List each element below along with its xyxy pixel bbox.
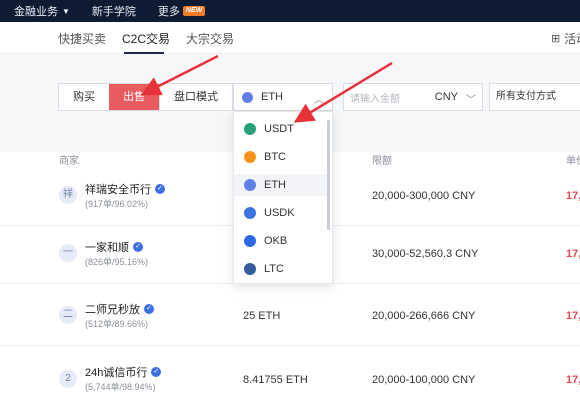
- tab-quick-trade[interactable]: 快捷买卖: [58, 30, 106, 47]
- table-row: 2 24h诚信币行 ✓ (5,744单/98.94%) 8.41755 ETH …: [0, 346, 580, 400]
- merchant-name[interactable]: 一家和顺 ✓: [85, 239, 143, 255]
- merchant-name-text: 祥瑞安全币行: [85, 184, 151, 196]
- trade-limit: 20,000-100,000 CNY: [372, 374, 476, 386]
- eth-icon: [242, 91, 253, 103]
- merchant-name-text: 一家和顺: [85, 242, 129, 254]
- coin-dropdown-menu: USDT BTC ETH USDK OKB LTC: [233, 111, 333, 284]
- coin-option-label: LTC: [264, 263, 284, 275]
- available-quantity: 8.41755 ETH: [243, 374, 308, 386]
- available-quantity: 25 ETH: [243, 310, 281, 322]
- avatar: 一: [59, 244, 77, 262]
- top-nav: 金融业务 ▼ 新手学院 更多 NEW: [0, 0, 580, 22]
- unit-price: 17,0: [566, 248, 580, 260]
- eth-icon: [244, 179, 256, 191]
- order-book-mode-button[interactable]: 盘口模式: [159, 84, 232, 110]
- trade-limit: 30,000-52,560.3 CNY: [372, 248, 479, 260]
- coin-option-ltc[interactable]: LTC: [234, 258, 330, 280]
- dropdown-scrollbar[interactable]: [327, 120, 330, 230]
- avatar: 2: [59, 370, 77, 388]
- new-badge: NEW: [182, 6, 206, 16]
- merchant-stats: (826单/95.16%): [85, 257, 149, 267]
- trade-limit: 20,000-300,000 CNY: [372, 190, 476, 202]
- amount-input[interactable]: 请输入金额 CNY ﹀: [343, 83, 483, 111]
- merchant-name-text: 24h诚信币行: [85, 367, 148, 379]
- coin-option-label: BTC: [264, 151, 286, 163]
- tab-block-trade[interactable]: 大宗交易: [186, 30, 234, 47]
- coin-option-btc[interactable]: BTC: [234, 146, 330, 168]
- usdk-icon: [244, 207, 256, 219]
- table-row: 二 二师兄秒放 ✓ (512单/89.66%) 25 ETH 20,000-26…: [0, 284, 580, 346]
- activity-link[interactable]: ⊞ 活动: [551, 30, 580, 47]
- coin-select[interactable]: ETH ︿: [233, 83, 333, 111]
- nav-item-label: 金融业务: [14, 6, 58, 18]
- nav-item-finance[interactable]: 金融业务 ▼: [14, 3, 70, 19]
- coin-option-usdt[interactable]: USDT: [234, 118, 330, 140]
- activity-label: 活动: [564, 32, 580, 46]
- trade-limit: 20,000-266,666 CNY: [372, 310, 476, 322]
- merchant-stats: (917单/96.02%): [85, 199, 149, 209]
- unit-price: 17,0: [566, 310, 580, 322]
- verified-icon: ✓: [151, 367, 162, 377]
- tab-c2c-trade[interactable]: C2C交易: [122, 30, 170, 47]
- coin-option-okb[interactable]: OKB: [234, 230, 330, 252]
- coin-option-label: USDK: [264, 207, 295, 219]
- merchant-stats: (512单/89.66%): [85, 319, 149, 329]
- sell-button[interactable]: 出售: [109, 84, 159, 110]
- chevron-up-icon: ︿: [314, 95, 324, 106]
- buy-sell-toggle: 购买 出售 盘口模式: [58, 83, 233, 111]
- amount-placeholder: 请输入金额: [350, 93, 400, 105]
- chevron-down-icon: ▼: [62, 6, 70, 16]
- buy-button[interactable]: 购买: [59, 84, 109, 110]
- coin-option-usdk[interactable]: USDK: [234, 202, 330, 224]
- avatar: 二: [59, 306, 77, 324]
- okb-icon: [244, 235, 256, 247]
- column-header-limit: 限额: [372, 156, 392, 167]
- unit-price: 17,0: [566, 374, 580, 386]
- chevron-down-icon: ﹀: [466, 95, 476, 106]
- verified-icon: ✓: [133, 242, 143, 252]
- gift-icon: ⊞: [551, 33, 561, 45]
- coin-select-value: ETH: [261, 91, 283, 103]
- merchant-stats: (5,744单/98.94%): [85, 382, 156, 392]
- coin-option-label: ETH: [264, 179, 286, 191]
- merchant-name-text: 二师兄秒放: [85, 304, 140, 316]
- column-header-merchant: 商家: [59, 156, 79, 167]
- coin-option-label: USDT: [264, 123, 294, 135]
- verified-icon: ✓: [155, 184, 165, 194]
- merchant-name[interactable]: 24h诚信币行 ✓: [85, 364, 162, 380]
- ltc-icon: [244, 263, 256, 275]
- avatar: 祥: [59, 186, 77, 204]
- unit-price: 17,0: [566, 190, 580, 202]
- nav-item-label: 更多: [157, 6, 180, 18]
- payment-method-select[interactable]: 所有支付方式: [489, 83, 580, 111]
- verified-icon: ✓: [144, 304, 154, 314]
- btc-icon: [244, 151, 256, 163]
- merchant-name[interactable]: 二师兄秒放 ✓: [85, 301, 154, 317]
- currency-value[interactable]: CNY: [435, 91, 458, 103]
- nav-item-label: 新手学院: [91, 6, 136, 18]
- coin-option-eth[interactable]: ETH: [234, 174, 330, 196]
- trade-tabs: 快捷买卖 C2C交易 大宗交易 ⊞ 活动: [0, 22, 580, 54]
- nav-item-more[interactable]: 更多 NEW: [157, 3, 206, 19]
- coin-option-label: OKB: [264, 235, 288, 247]
- usdt-icon: [244, 123, 256, 135]
- column-header-price: 单价: [566, 156, 580, 167]
- merchant-name[interactable]: 祥瑞安全币行 ✓: [85, 181, 165, 197]
- nav-item-academy[interactable]: 新手学院: [92, 3, 136, 19]
